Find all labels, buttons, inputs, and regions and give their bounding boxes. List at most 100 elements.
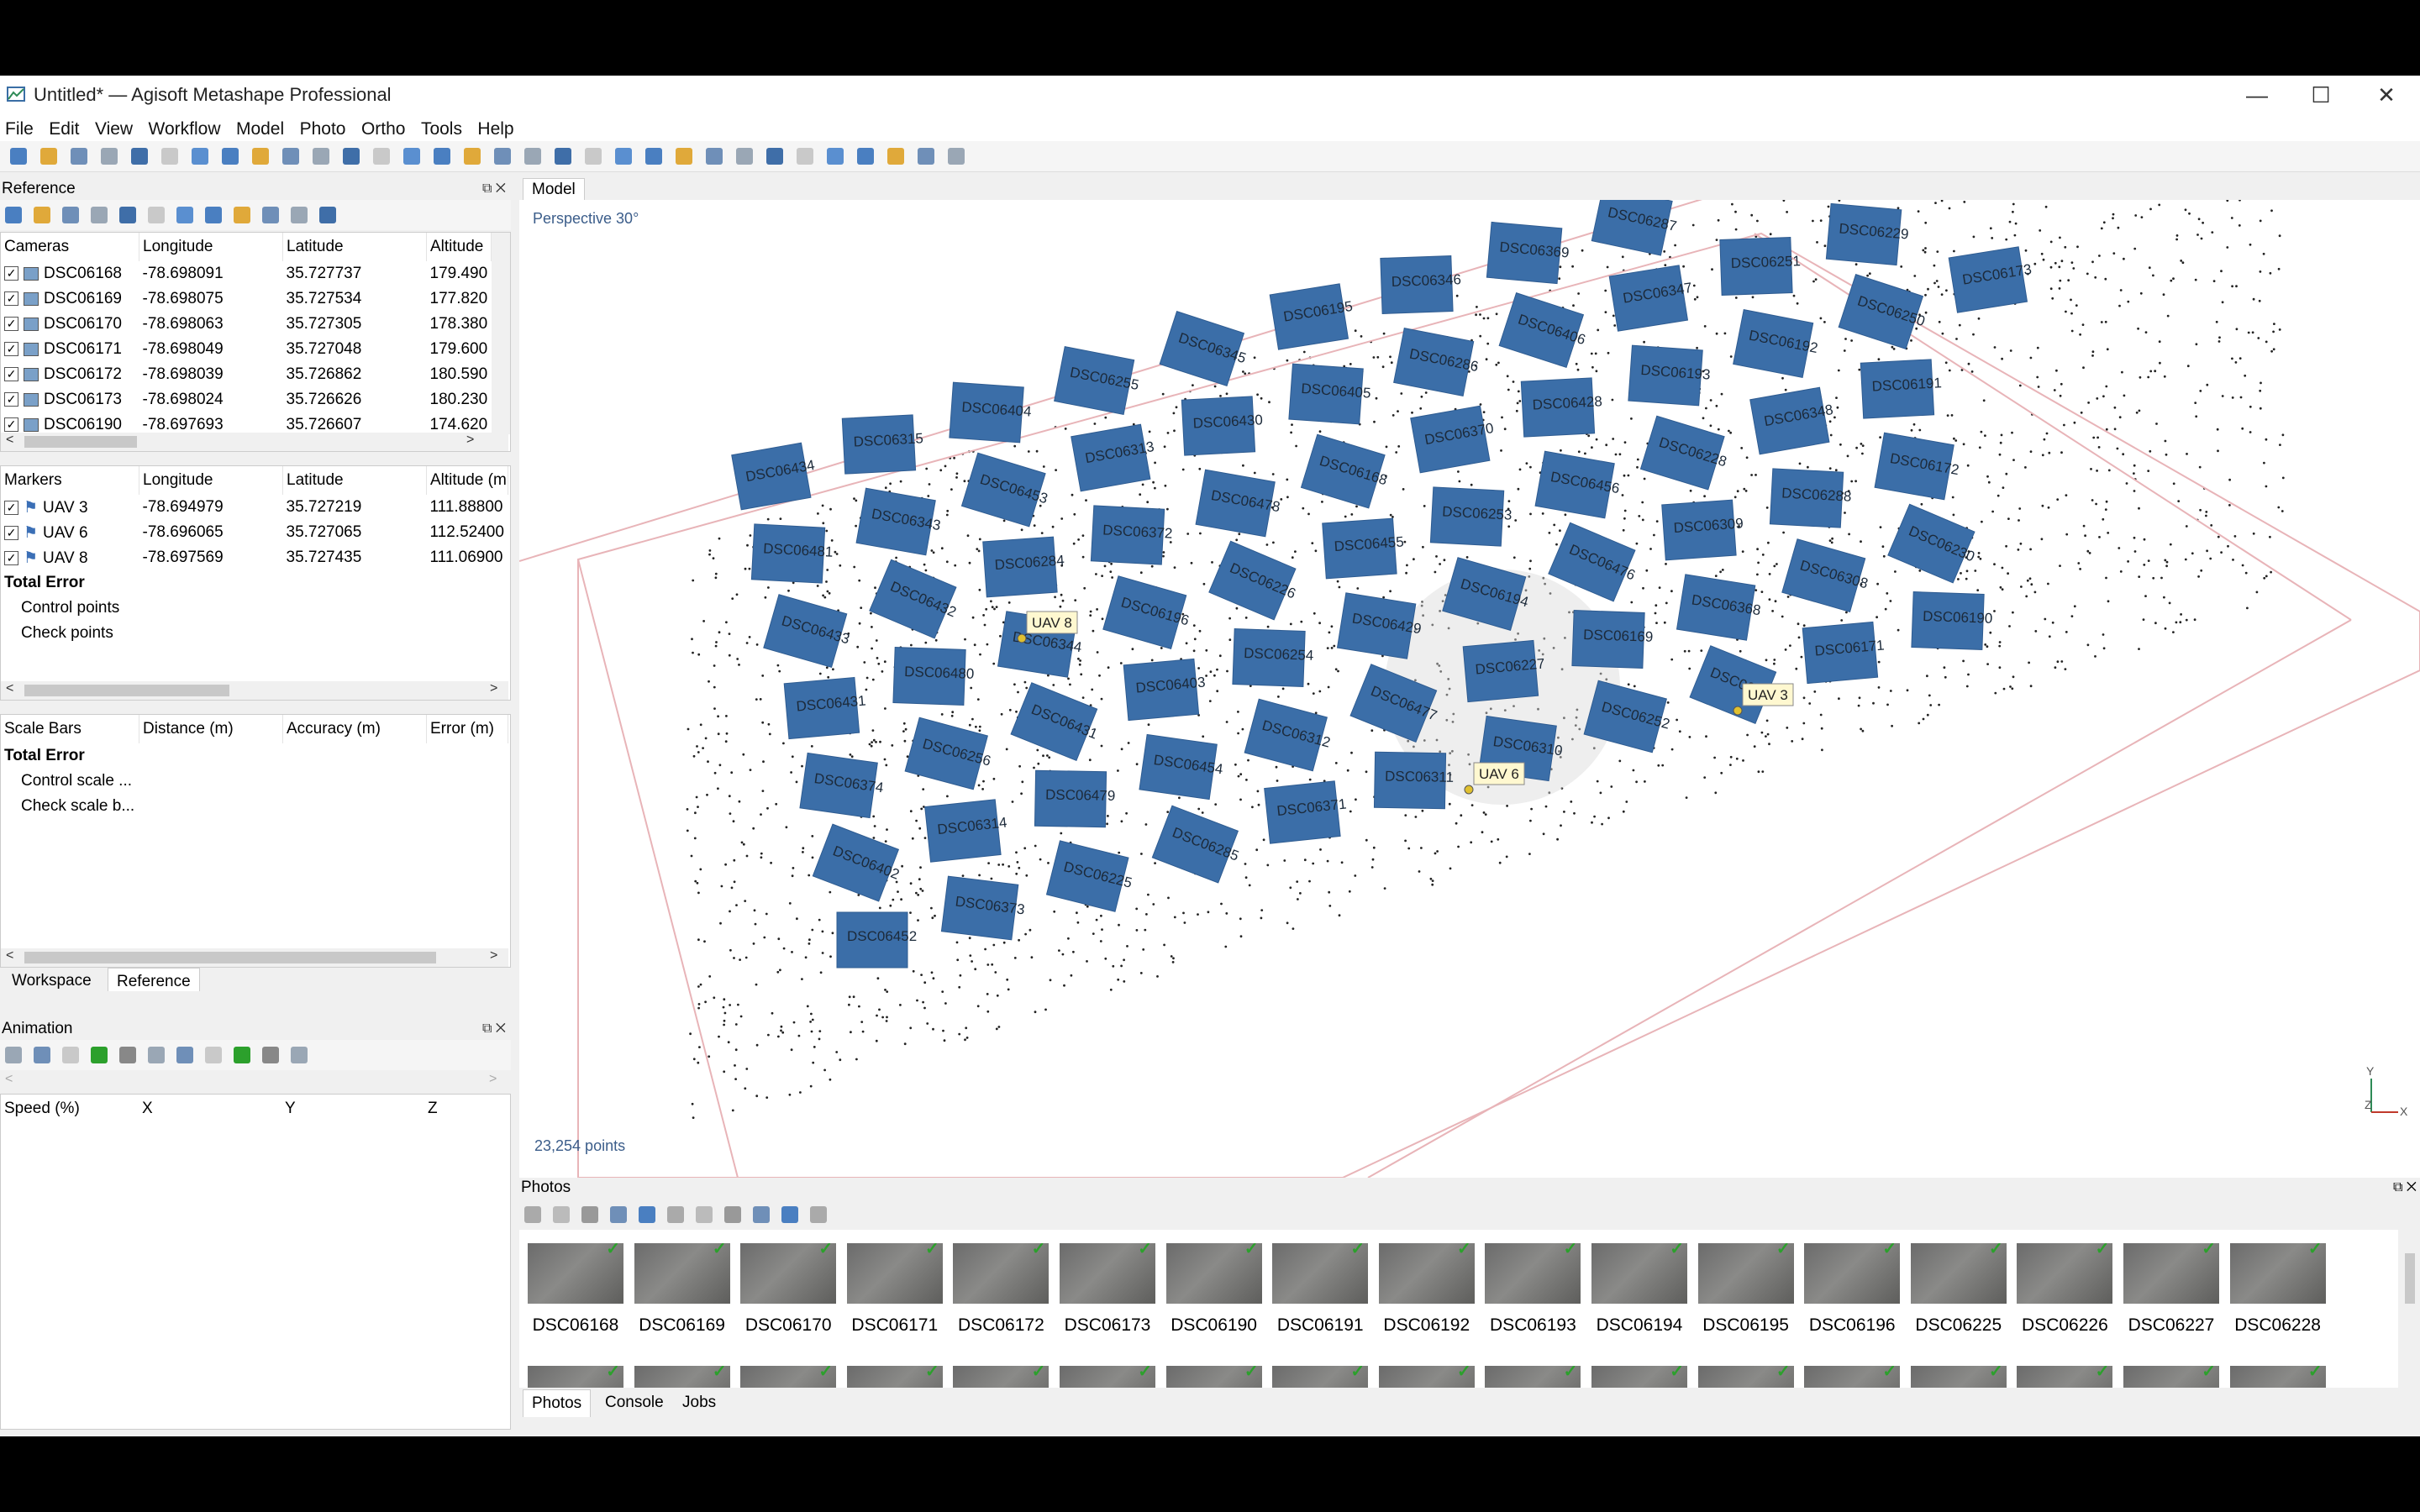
photo-thumbnail[interactable]: ✓ — [2123, 1362, 2219, 1388]
maximize-button[interactable]: ☐ — [2287, 79, 2354, 111]
photo-thumbnail[interactable]: ✓ DSC06196 — [1804, 1240, 1901, 1336]
camera-enable-checkbox[interactable]: ✓ — [4, 291, 18, 307]
check-points-row[interactable]: Check points — [1, 621, 508, 646]
sparse-cloud-scene[interactable]: DSC06434DSC06481DSC06433DSC06431DSC06374… — [519, 200, 2420, 1178]
camera-plane[interactable]: DSC06251 — [1719, 237, 1802, 296]
toolbar-tool-icon[interactable] — [585, 148, 602, 165]
camera-plane[interactable]: DSC06190 — [1911, 591, 1993, 650]
marker-enable-checkbox[interactable]: ✓ — [4, 550, 18, 565]
camera-plane[interactable]: DSC06346 — [1380, 255, 1462, 314]
toolbar-tool-icon[interactable] — [810, 1206, 827, 1223]
col-altitude[interactable]: Altitude — [426, 233, 492, 261]
col-latitude[interactable]: Latitude — [282, 233, 427, 261]
toolbar-tool-icon[interactable] — [119, 1047, 136, 1063]
toolbar-tool-icon[interactable] — [148, 1047, 165, 1063]
camera-plane[interactable]: DSC06480 — [892, 647, 975, 706]
camera-row[interactable]: ✓ DSC06168 -78.698091 35.727737 179.490 — [1, 261, 492, 286]
photo-thumbnail[interactable]: ✓ DSC06225 — [1910, 1240, 2007, 1336]
toolbar-tool-icon[interactable] — [5, 1047, 22, 1063]
toolbar-tool-icon[interactable] — [736, 148, 753, 165]
markers-hscroll[interactable]: < > — [1, 681, 508, 700]
photo-thumbnail[interactable]: ✓ — [1910, 1362, 2007, 1388]
toolbar-tool-icon[interactable] — [313, 148, 329, 165]
camera-plane[interactable]: DSC06284 — [982, 536, 1067, 598]
camera-plane[interactable]: DSC06311 — [1373, 751, 1454, 810]
camera-plane[interactable]: DSC06455 — [1322, 517, 1407, 580]
toolbar-tool-icon[interactable] — [676, 148, 692, 165]
toolbar-tool-icon[interactable] — [5, 207, 22, 223]
col-x[interactable]: X — [139, 1095, 281, 1123]
photo-thumbnail[interactable]: ✓ — [2229, 1362, 2326, 1388]
camera-plane[interactable]: DSC06193 — [1628, 344, 1712, 407]
col-marker-latitude[interactable]: Latitude — [282, 466, 427, 495]
camera-plane[interactable]: DSC06432 — [869, 559, 965, 642]
toolbar-tool-icon[interactable] — [373, 148, 390, 165]
photo-thumbnail[interactable]: ✓ — [634, 1362, 730, 1388]
camera-plane[interactable]: DSC06430 — [1181, 396, 1264, 456]
photo-thumbnail[interactable]: ✓ — [1378, 1362, 1475, 1388]
cameras-hscroll[interactable]: < > — [1, 433, 508, 451]
camera-plane[interactable]: DSC06404 — [949, 381, 1034, 444]
toolbar-tool-icon[interactable] — [887, 148, 904, 165]
model-viewport[interactable]: DSC06434 DSC06481 DSC06433 DSC06431 DSC06374… — [519, 200, 2420, 1178]
menu-photo[interactable]: Photo — [295, 114, 353, 139]
camera-plane[interactable]: DSC06230 — [1887, 503, 1983, 586]
camera-plane[interactable]: DSC06452 — [836, 911, 917, 969]
toolbar-tool-icon[interactable] — [34, 1047, 50, 1063]
camera-plane[interactable]: DSC06171 — [1802, 621, 1887, 685]
scalebars-hscroll[interactable]: < > — [1, 948, 508, 967]
toolbar-tool-icon[interactable] — [101, 148, 118, 165]
camera-plane[interactable]: DSC06253 — [1429, 486, 1512, 547]
camera-plane[interactable]: DSC06372 — [1090, 505, 1173, 565]
photo-thumbnail[interactable]: ✓ DSC06190 — [1165, 1240, 1262, 1336]
camera-plane[interactable]: DSC06403 — [1123, 658, 1208, 722]
camera-enable-checkbox[interactable]: ✓ — [4, 266, 18, 281]
toolbar-tool-icon[interactable] — [555, 148, 571, 165]
photo-thumbnail[interactable]: ✓ — [1060, 1362, 1155, 1388]
toolbar-tool-icon[interactable] — [645, 148, 662, 165]
camera-plane[interactable]: DSC06226 — [1208, 540, 1304, 623]
menu-file[interactable]: File — [0, 114, 40, 139]
toolbar-tool-icon[interactable] — [857, 148, 874, 165]
animation-timeline-scroll[interactable]: < > — [0, 1072, 508, 1090]
tab-console[interactable]: Console — [597, 1389, 672, 1416]
photo-thumbnail[interactable]: ✓ — [846, 1362, 943, 1388]
marker-enable-checkbox[interactable]: ✓ — [4, 525, 18, 540]
camera-plane[interactable]: DSC06453 — [960, 452, 1054, 529]
camera-plane[interactable]: DSC06405 — [1288, 363, 1373, 425]
camera-plane[interactable]: DSC06431 — [783, 676, 869, 740]
toolbar-tool-icon[interactable] — [639, 1206, 655, 1223]
toolbar-tool-icon[interactable] — [222, 148, 239, 165]
col-cameras[interactable]: Cameras — [1, 233, 139, 261]
camera-plane[interactable]: DSC06195 — [1269, 282, 1357, 350]
toolbar-tool-icon[interactable] — [262, 1047, 279, 1063]
camera-plane[interactable]: DSC06308 — [1781, 538, 1875, 615]
camera-plane[interactable]: DSC06428 — [1520, 377, 1603, 438]
photo-thumbnail[interactable]: ✓ — [1804, 1362, 1901, 1388]
photo-thumbnail[interactable]: ✓ — [1697, 1362, 1794, 1388]
toolbar-tool-icon[interactable] — [62, 1047, 79, 1063]
camera-plane[interactable]: DSC06173 — [1948, 245, 2036, 313]
camera-plane[interactable]: DSC06454 — [1139, 733, 1226, 801]
marker-row[interactable]: ✓ ⚑ UAV 3 -78.694979 35.727219 111.88800 — [1, 495, 508, 520]
camera-enable-checkbox[interactable]: ✓ — [4, 392, 18, 407]
camera-plane[interactable]: DSC06314 — [924, 799, 1011, 863]
tab-photos[interactable]: Photos — [523, 1389, 592, 1417]
camera-plane[interactable]: DSC06192 — [1733, 309, 1823, 380]
camera-plane[interactable]: DSC06312 — [1244, 698, 1336, 773]
toolbar-tool-icon[interactable] — [252, 148, 269, 165]
minimize-button[interactable]: — — [2223, 79, 2291, 111]
toolbar-tool-icon[interactable] — [753, 1206, 770, 1223]
toolbar-tool-icon[interactable] — [524, 1206, 541, 1223]
photos-vscroll[interactable] — [2400, 1230, 2420, 1388]
camera-enable-checkbox[interactable]: ✓ — [4, 417, 18, 433]
camera-plane[interactable]: DSC06433 — [763, 594, 856, 670]
camera-plane[interactable]: DSC06456 — [1534, 450, 1623, 520]
camera-plane[interactable]: DSC06369 — [1486, 221, 1571, 285]
photo-thumbnail[interactable]: ✓ — [1165, 1362, 1262, 1388]
photo-thumbnail[interactable]: ✓ DSC06194 — [1591, 1240, 1687, 1336]
camera-row[interactable]: ✓ DSC06172 -78.698039 35.726862 180.590 — [1, 362, 492, 387]
toolbar-tool-icon[interactable] — [291, 1047, 308, 1063]
photo-thumbnail[interactable]: ✓ — [2017, 1362, 2113, 1388]
camera-row[interactable]: ✓ DSC06171 -78.698049 35.727048 179.600 — [1, 337, 492, 362]
